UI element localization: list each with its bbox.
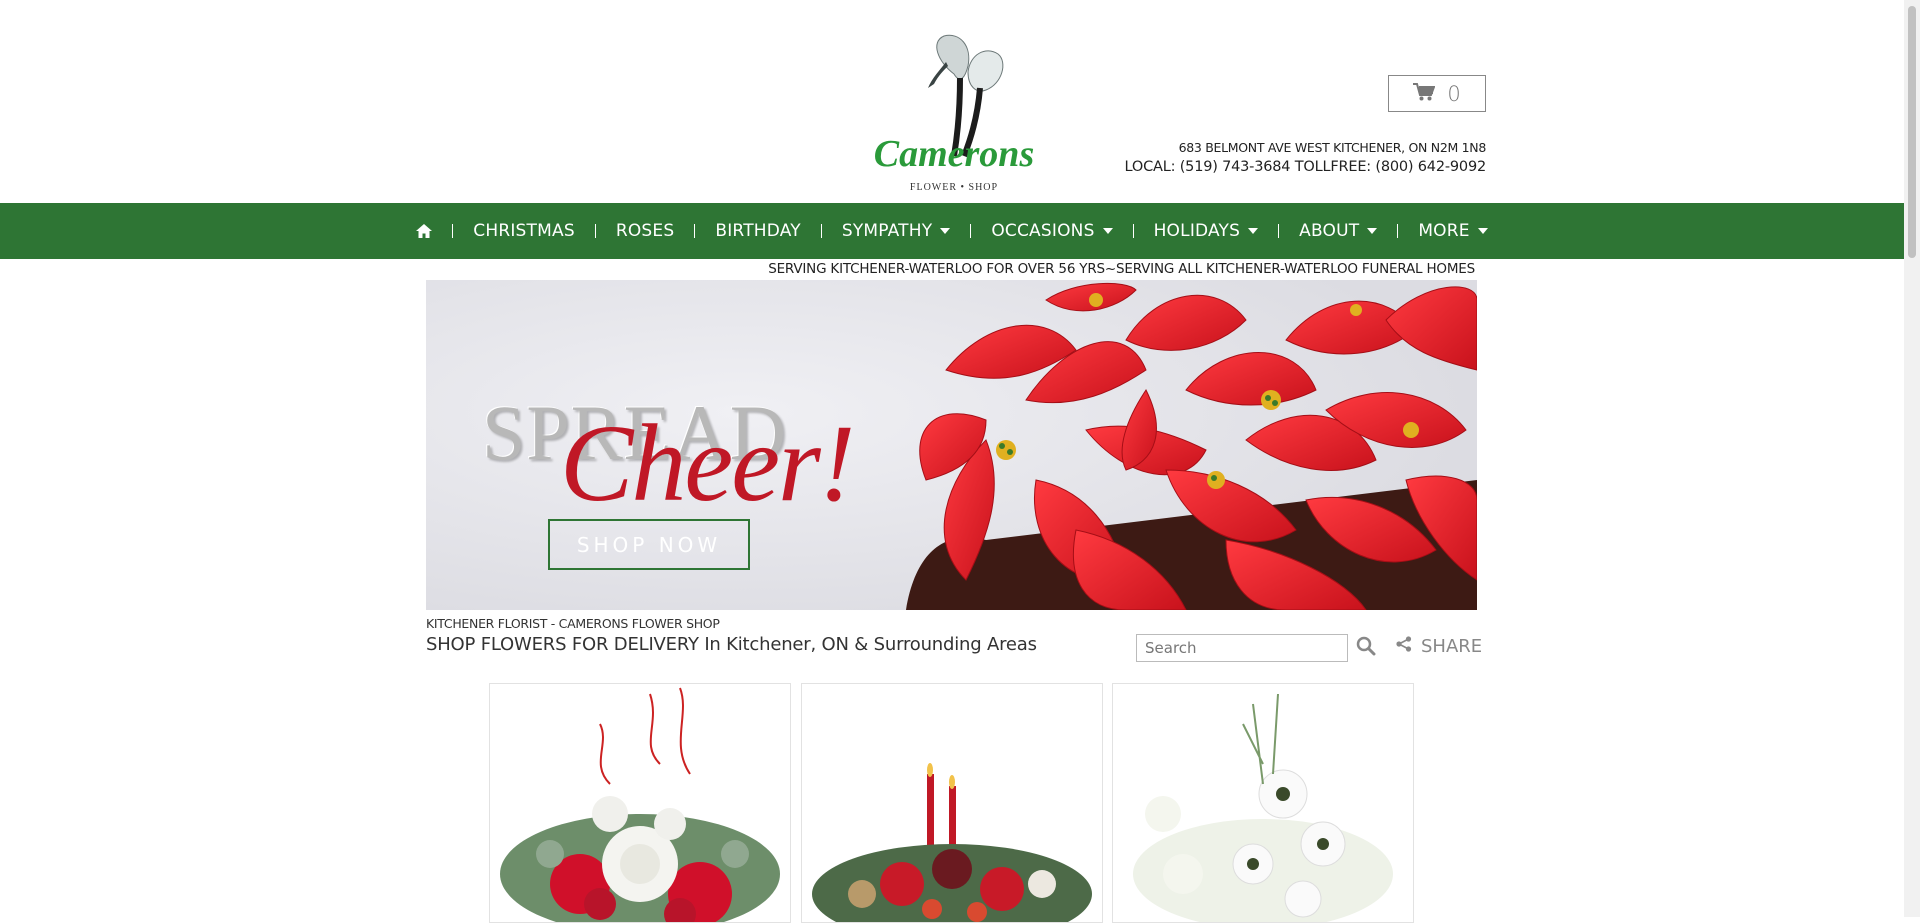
caret-down-icon	[1477, 228, 1488, 234]
nav-item-about[interactable]: ABOUT	[1279, 221, 1397, 241]
caret-down-icon	[940, 228, 951, 234]
product-card[interactable]	[801, 683, 1103, 923]
store-contact: 683 BELMONT AVE WEST KITCHENER, ON N2M 1…	[1124, 140, 1487, 175]
banner-headline-cheer: Cheer!	[560, 402, 855, 524]
share-label: SHARE	[1421, 636, 1483, 657]
store-address: 683 BELMONT AVE WEST KITCHENER, ON N2M 1…	[1178, 140, 1487, 155]
caret-down-icon	[1367, 228, 1378, 234]
page-title: SHOP FLOWERS FOR DELIVERY In Kitchener, …	[426, 634, 1037, 655]
cart-button[interactable]: 0	[1388, 75, 1486, 112]
product-image	[802, 684, 1102, 922]
product-card[interactable]	[489, 683, 791, 923]
tagline: SERVING KITCHENER-WATERLOO FOR OVER 56 Y…	[768, 261, 1475, 277]
cart-count: 0	[1447, 81, 1461, 106]
nav-item-label: MORE	[1418, 221, 1470, 241]
nav-item-roses[interactable]: ROSES	[596, 221, 695, 241]
nav-item-occasions[interactable]: OCCASIONS	[971, 221, 1132, 241]
nav-item-holidays[interactable]: HOLIDAYS	[1134, 221, 1279, 241]
page: Camerons FLOWER • SHOP 0 683 BELMONT AVE…	[0, 0, 1904, 923]
store-phones: LOCAL: (519) 743-3684 TOLLFREE: (800) 64…	[1124, 159, 1487, 175]
nav-item-label: CHRISTMAS	[473, 221, 575, 241]
nav-item-label: OCCASIONS	[991, 221, 1095, 241]
search-input[interactable]	[1136, 634, 1348, 662]
shop-logo[interactable]: Camerons FLOWER • SHOP	[868, 32, 1038, 196]
shop-now-button[interactable]: SHOP NOW	[548, 519, 750, 570]
product-image	[490, 684, 790, 922]
share-button[interactable]: SHARE	[1396, 636, 1482, 657]
nav-item-birthday[interactable]: BIRTHDAY	[695, 221, 821, 241]
nav-item-label: SYMPATHY	[841, 221, 933, 241]
page-scrollbar[interactable]	[1904, 0, 1920, 917]
logo-wordmark: Camerons	[874, 133, 1034, 175]
scrollbar-thumb[interactable]	[1908, 6, 1916, 258]
nav-item-label: ABOUT	[1299, 221, 1360, 241]
nav-item-more[interactable]: MORE	[1398, 221, 1507, 241]
nav-item-label: BIRTHDAY	[715, 221, 801, 241]
nav-item-christmas[interactable]: CHRISTMAS	[453, 221, 595, 241]
hero-banner[interactable]: SPREAD Cheer! SHOP NOW	[426, 280, 1477, 610]
caret-down-icon	[1102, 228, 1113, 234]
share-icon	[1396, 636, 1412, 657]
nav-item-label: HOLIDAYS	[1153, 221, 1241, 241]
caret-down-icon	[1248, 228, 1259, 234]
nav-item-label: ROSES	[615, 221, 675, 241]
cart-icon	[1413, 81, 1436, 107]
nav-home[interactable]	[396, 224, 452, 238]
svg-text:FLOWER • SHOP: FLOWER • SHOP	[910, 182, 998, 193]
main-nav: CHRISTMAS ROSES BIRTHDAY SYMPATHY OCCASI…	[0, 203, 1904, 259]
page-subtitle: KITCHENER FLORIST - CAMERONS FLOWER SHOP	[426, 616, 720, 631]
product-card[interactable]	[1112, 683, 1414, 923]
home-icon	[416, 224, 433, 238]
search-icon[interactable]	[1356, 636, 1376, 661]
product-image	[1113, 684, 1413, 922]
nav-item-sympathy[interactable]: SYMPATHY	[822, 221, 970, 241]
